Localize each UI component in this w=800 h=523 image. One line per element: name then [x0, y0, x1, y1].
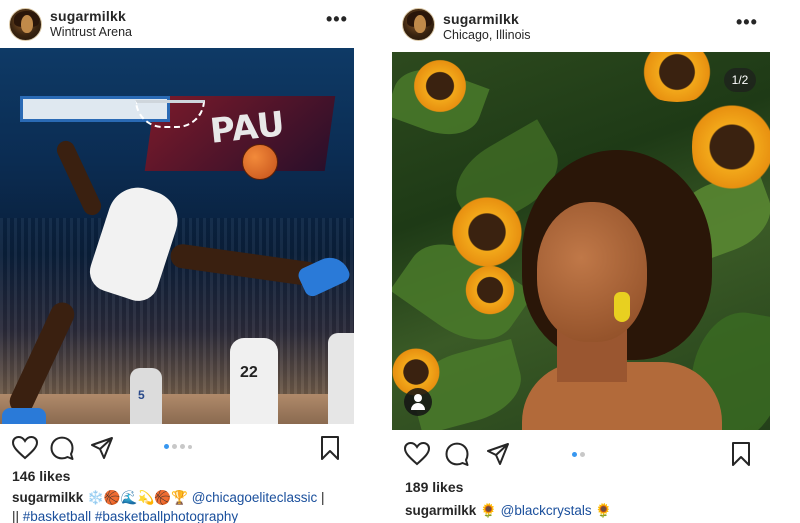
earring: [614, 292, 630, 322]
action-bar: [0, 434, 370, 464]
more-options-icon[interactable]: •••: [736, 13, 758, 31]
bookmark-icon[interactable]: [320, 435, 340, 461]
location-link[interactable]: Chicago, Illinois: [443, 28, 531, 42]
image-counter: 1/2: [724, 68, 756, 92]
caption-mention[interactable]: @blackcrystals: [501, 503, 592, 518]
caption-hashtags[interactable]: #basketball #basketballphotography: [23, 509, 238, 523]
caption-mention[interactable]: @chicagoeliteclassic: [192, 490, 318, 505]
sunflower: [462, 262, 518, 318]
carousel-dot: [164, 444, 169, 449]
sunflower: [447, 192, 527, 272]
likes-count[interactable]: 146 likes: [12, 468, 70, 484]
caption-separator: |: [317, 490, 325, 505]
caption-emojis: ❄️🏀🌊💫🏀🏆: [87, 490, 188, 505]
caption: sugarmilkk ❄️🏀🌊💫🏀🏆 @chicagoeliteclassic …: [12, 488, 370, 523]
comment-icon[interactable]: [445, 442, 469, 466]
scoreboard-text: PAU: [208, 104, 287, 152]
sunflower: [632, 52, 722, 102]
portrait-face: [537, 202, 647, 342]
caption-separator: ||: [12, 509, 23, 523]
action-bar: [392, 440, 800, 470]
avatar[interactable]: [9, 8, 42, 41]
carousel-dot: [188, 444, 192, 449]
caption-emoji: 🌻: [480, 503, 497, 518]
carousel-dot: [572, 452, 577, 457]
caption: sugarmilkk 🌻 @blackcrystals 🌻: [405, 501, 795, 520]
likes-count[interactable]: 189 likes: [405, 479, 463, 495]
caption-username[interactable]: sugarmilkk: [12, 490, 83, 505]
player-22: 22: [230, 338, 278, 424]
username-link[interactable]: sugarmilkk: [50, 8, 126, 24]
caption-username[interactable]: sugarmilkk: [405, 503, 476, 518]
carousel-dot: [580, 452, 585, 457]
carousel-dot: [172, 444, 177, 449]
heart-icon[interactable]: [12, 436, 38, 460]
share-icon[interactable]: [486, 442, 510, 466]
sunflower: [410, 56, 470, 116]
location-link[interactable]: Wintrust Arena: [50, 25, 132, 39]
post-header: sugarmilkk Wintrust Arena •••: [0, 6, 370, 46]
user-tag-icon[interactable]: [404, 388, 432, 416]
post-header: sugarmilkk Chicago, Illinois •••: [392, 6, 800, 46]
comment-icon[interactable]: [50, 436, 74, 460]
share-icon[interactable]: [90, 436, 114, 460]
carousel-indicator: [572, 452, 585, 457]
carousel-indicator: [164, 444, 192, 449]
username-link[interactable]: sugarmilkk: [443, 11, 519, 27]
heart-icon[interactable]: [404, 442, 430, 466]
player-5: 5: [130, 368, 162, 424]
carousel-dot: [180, 444, 185, 449]
more-options-icon[interactable]: •••: [326, 10, 348, 28]
post-image-basketball-dunk[interactable]: PAU 22 5: [0, 48, 354, 424]
caption-emoji: 🌻: [595, 503, 613, 518]
basketball: [242, 144, 278, 180]
sunflower: [692, 92, 770, 202]
bookmark-icon[interactable]: [731, 441, 751, 467]
post-image-sunflower-portrait[interactable]: 1/2: [392, 52, 770, 430]
avatar[interactable]: [402, 8, 435, 41]
post-wintrust-arena: sugarmilkk Wintrust Arena ••• PAU 22 5 1…: [0, 0, 370, 523]
post-chicago-illinois: sugarmilkk Chicago, Illinois ••• 1/2 189…: [392, 0, 800, 523]
